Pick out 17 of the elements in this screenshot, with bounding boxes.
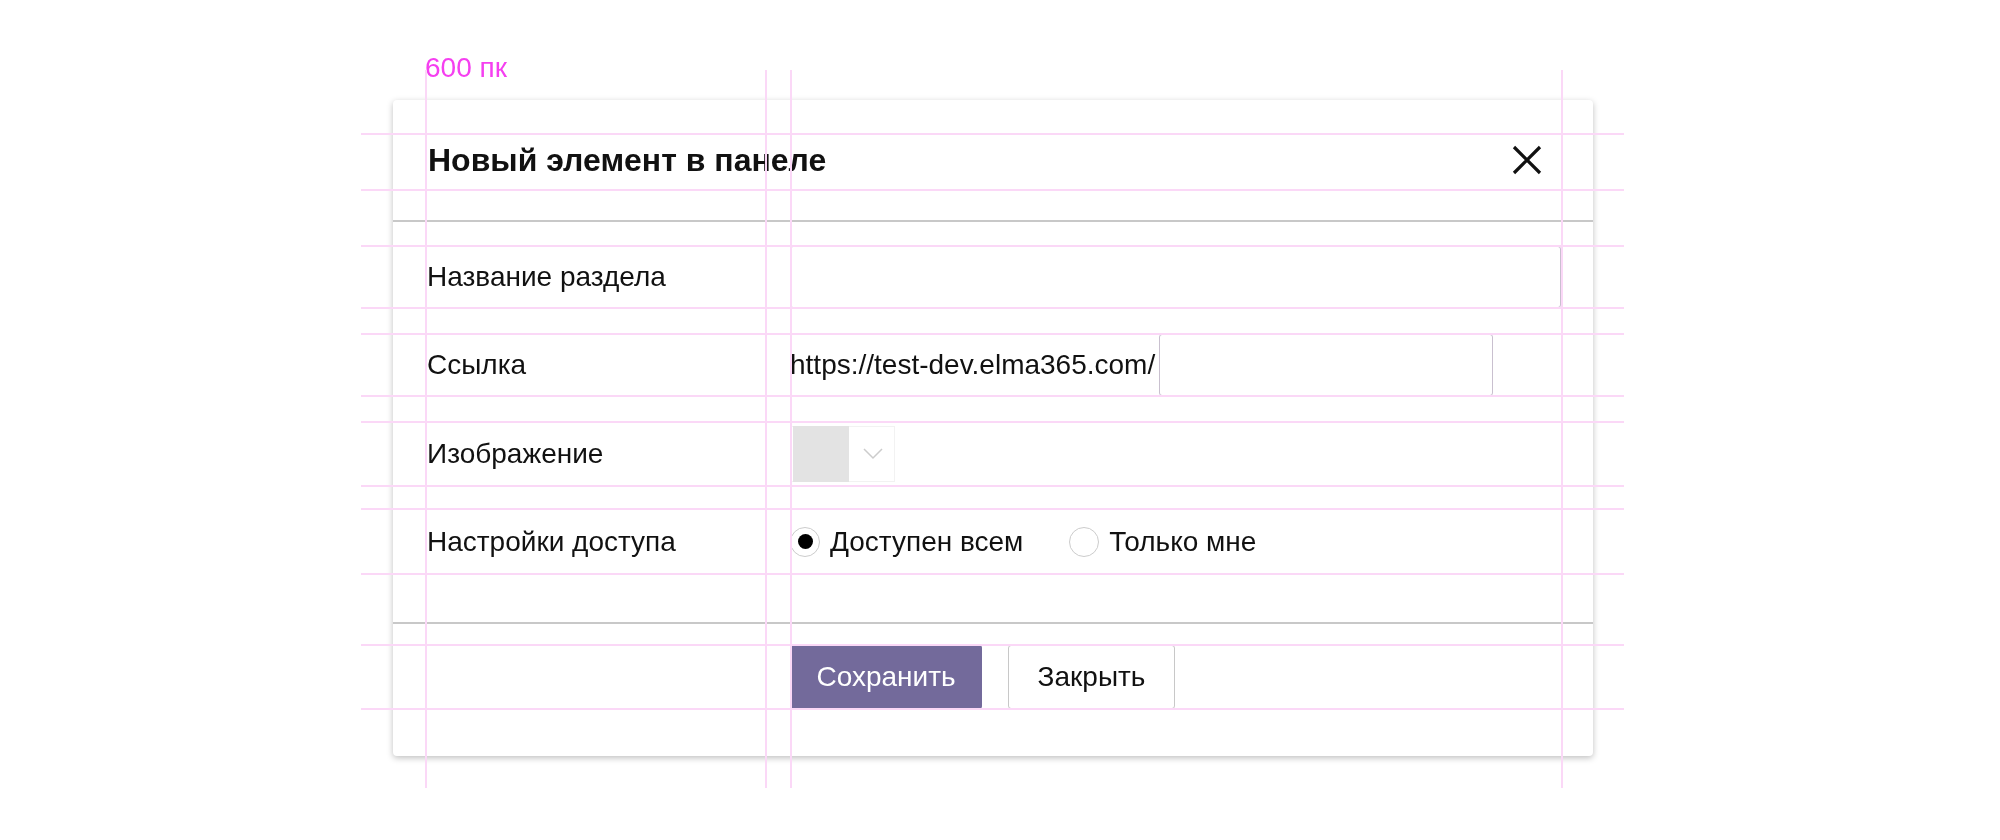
dialog-title: Новый элемент в панеле <box>428 141 827 179</box>
radio-option[interactable]: Доступен всем <box>790 525 1024 558</box>
field-label: Изображение <box>427 438 605 470</box>
close-button[interactable]: Закрыть <box>1008 645 1175 709</box>
width-annotation: 600 пк <box>425 52 507 84</box>
save-button[interactable]: Сохранить <box>790 645 982 709</box>
field-label: Ссылка <box>427 349 528 381</box>
radio-option[interactable]: Только мне <box>1069 525 1257 558</box>
field-label: Настройки доступа <box>427 525 677 558</box>
field-label: Название раздела <box>427 261 667 293</box>
input-field[interactable] <box>790 246 1561 308</box>
image-placeholder <box>793 426 849 482</box>
image-picker[interactable] <box>790 426 895 482</box>
url-prefix: https://test-dev.elma365.com/ <box>790 349 1156 381</box>
close-icon[interactable] <box>1511 144 1543 176</box>
input-field[interactable] <box>1159 334 1494 396</box>
chevron-down-icon <box>863 448 883 460</box>
